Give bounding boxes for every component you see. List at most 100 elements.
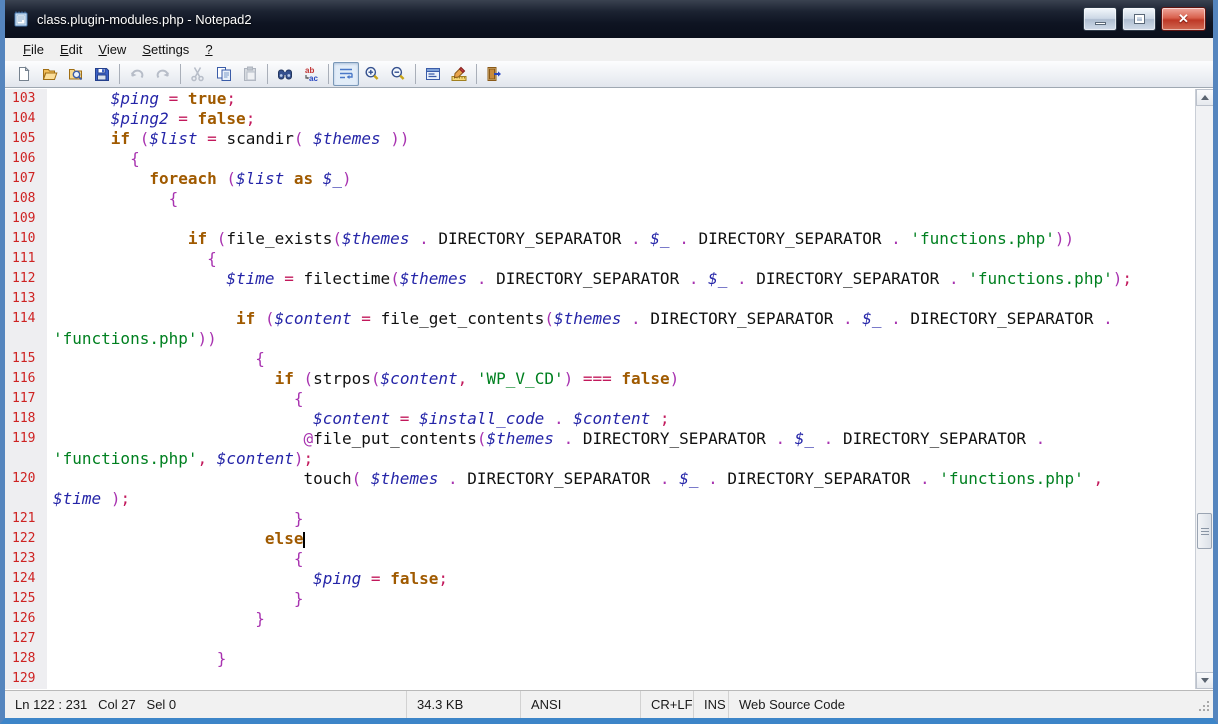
status-ins[interactable]: INS (694, 691, 729, 718)
code-line[interactable]: 123 { (5, 549, 1195, 569)
code-line[interactable]: 116 if (strpos($content, 'WP_V_CD') === … (5, 369, 1195, 389)
new-file-button[interactable] (11, 62, 37, 86)
vertical-scrollbar[interactable] (1195, 89, 1213, 689)
code-text (47, 209, 53, 229)
code-line[interactable]: 107 foreach ($list as $_) (5, 169, 1195, 189)
arrow-up-icon (1201, 95, 1209, 100)
undo-button[interactable] (124, 62, 150, 86)
status-enc[interactable]: ANSI (521, 691, 641, 718)
menu-item-file[interactable]: File (15, 39, 52, 60)
word-wrap-button[interactable] (333, 62, 359, 86)
code-line[interactable]: 124 $ping = false; (5, 569, 1195, 589)
code-line[interactable]: 122 else (5, 529, 1195, 549)
resize-grip[interactable] (1198, 700, 1211, 716)
code-line[interactable]: 129 (5, 669, 1195, 689)
code-line[interactable]: 117 { (5, 389, 1195, 409)
code-text: } (47, 649, 226, 669)
line-number: 126 (5, 609, 47, 629)
code-line[interactable]: 119 @file_put_contents($themes . DIRECTO… (5, 429, 1195, 449)
code-text: { (47, 389, 303, 409)
code-line[interactable]: 110 if (file_exists($themes . DIRECTORY_… (5, 229, 1195, 249)
code-text: touch( $themes . DIRECTORY_SEPARATOR . $… (47, 469, 1103, 489)
toolbar: abac (5, 61, 1213, 88)
status-bar: Ln 122 : 231 Col 27 Sel 034.3 KB ANSI CR+L… (5, 690, 1213, 718)
text-caret (303, 532, 305, 548)
code-line[interactable]: 'functions.php', $content); (5, 449, 1195, 469)
code-line[interactable]: 125 } (5, 589, 1195, 609)
code-text: 'functions.php', $content); (47, 449, 313, 469)
paste-button[interactable] (237, 62, 263, 86)
cut-button[interactable] (185, 62, 211, 86)
code-line[interactable]: 120 touch( $themes . DIRECTORY_SEPARATOR… (5, 469, 1195, 489)
status-enc-text: ANSI (531, 697, 561, 712)
minimize-button[interactable] (1083, 7, 1117, 31)
scroll-up-button[interactable] (1196, 89, 1214, 106)
status-scheme[interactable]: Web Source Code (729, 691, 1213, 718)
code-line[interactable]: 105 if ($list = scandir( $themes )) (5, 129, 1195, 149)
save-button[interactable] (89, 62, 115, 86)
line-number: 111 (5, 249, 47, 269)
close-button[interactable]: ✕ (1161, 7, 1206, 31)
browse-files-button[interactable] (63, 62, 89, 86)
replace-button[interactable]: abac (298, 62, 324, 86)
line-number: 103 (5, 89, 47, 109)
code-line[interactable]: 126 } (5, 609, 1195, 629)
line-number: 129 (5, 669, 47, 689)
svg-text:ac: ac (309, 74, 318, 82)
find-button[interactable] (272, 62, 298, 86)
menu-item-settings[interactable]: Settings (134, 39, 197, 60)
code-line[interactable]: 112 $time = filectime($themes . DIRECTOR… (5, 269, 1195, 289)
toolbar-separator (328, 64, 329, 84)
line-number: 104 (5, 109, 47, 129)
code-line[interactable]: 118 $content = $install_code . $content … (5, 409, 1195, 429)
menu-item-edit[interactable]: Edit (52, 39, 90, 60)
code-text: $time = filectime($themes . DIRECTORY_SE… (47, 269, 1132, 289)
code-text: $ping = true; (47, 89, 236, 109)
code-line[interactable]: 128 } (5, 649, 1195, 669)
redo-button[interactable] (150, 62, 176, 86)
code-text: 'functions.php')) (47, 329, 217, 349)
open-file-button[interactable] (37, 62, 63, 86)
line-number (5, 329, 47, 349)
status-cursor[interactable]: Ln 122 : 231 Col 27 Sel 0 (5, 691, 407, 718)
exit-button[interactable] (481, 62, 507, 86)
scrollbar-thumb[interactable] (1197, 513, 1212, 549)
code-line[interactable]: 104 $ping2 = false; (5, 109, 1195, 129)
title-bar[interactable]: class.plugin-modules.php - Notepad2 ✕ (0, 0, 1218, 38)
view-schemes-button[interactable] (420, 62, 446, 86)
code-text: if ($content = file_get_contents($themes… (47, 309, 1122, 329)
code-text: $ping2 = false; (47, 109, 255, 129)
line-number: 115 (5, 349, 47, 369)
restore-button[interactable] (1122, 7, 1156, 31)
status-size[interactable]: 34.3 KB (407, 691, 521, 718)
scroll-down-button[interactable] (1196, 672, 1214, 689)
code-line[interactable]: $time ); (5, 489, 1195, 509)
code-line[interactable]: 106 { (5, 149, 1195, 169)
line-number: 114 (5, 309, 47, 329)
menu-bar: FileEditViewSettings? (5, 38, 1213, 61)
code-line[interactable]: 121 } (5, 509, 1195, 529)
code-area[interactable]: 103 $ping = true;104 $ping2 = false;105 … (5, 89, 1195, 689)
code-text (47, 629, 53, 649)
code-line[interactable]: 127 (5, 629, 1195, 649)
menu-item-help[interactable]: ? (197, 39, 220, 60)
customize-schemes-button[interactable] (446, 62, 472, 86)
code-line[interactable]: 'functions.php')) (5, 329, 1195, 349)
status-eol[interactable]: CR+LF (641, 691, 694, 718)
code-line[interactable]: 111 { (5, 249, 1195, 269)
zoom-in-button[interactable] (359, 62, 385, 86)
zoom-out-button[interactable] (385, 62, 411, 86)
code-line[interactable]: 109 (5, 209, 1195, 229)
code-line[interactable]: 115 { (5, 349, 1195, 369)
code-line[interactable]: 114 if ($content = file_get_contents($th… (5, 309, 1195, 329)
code-text: } (47, 609, 265, 629)
code-line[interactable]: 113 (5, 289, 1195, 309)
code-text: @file_put_contents($themes . DIRECTORY_S… (47, 429, 1055, 449)
code-line[interactable]: 108 { (5, 189, 1195, 209)
zoom-out-icon (390, 66, 406, 82)
line-number: 121 (5, 509, 47, 529)
copy-button[interactable] (211, 62, 237, 86)
code-line[interactable]: 103 $ping = true; (5, 89, 1195, 109)
menu-item-view[interactable]: View (90, 39, 134, 60)
view-schemes-icon (425, 66, 441, 82)
